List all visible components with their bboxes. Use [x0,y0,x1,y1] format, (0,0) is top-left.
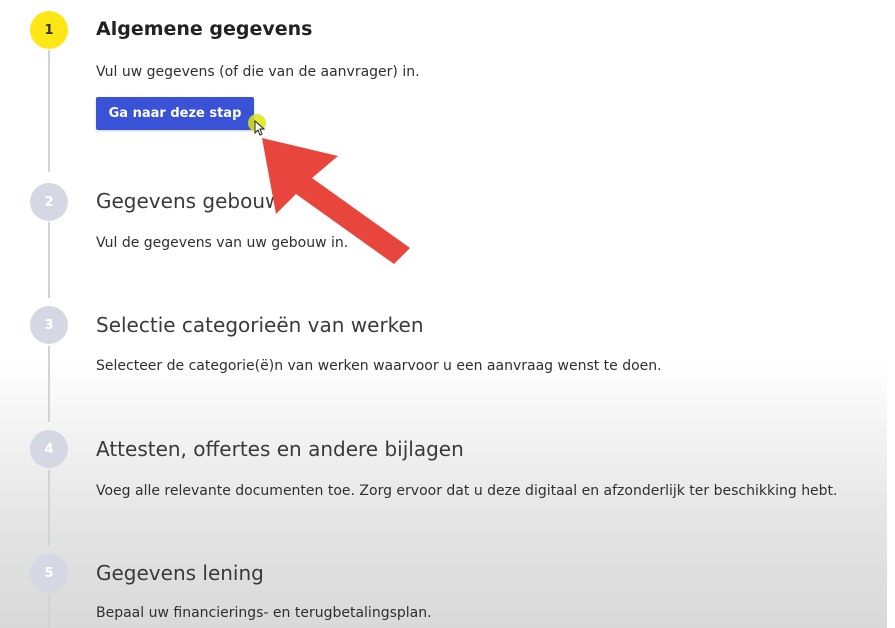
red-arrow-icon [262,138,410,264]
mouse-cursor-icon [254,120,266,136]
right-edge [887,0,895,628]
